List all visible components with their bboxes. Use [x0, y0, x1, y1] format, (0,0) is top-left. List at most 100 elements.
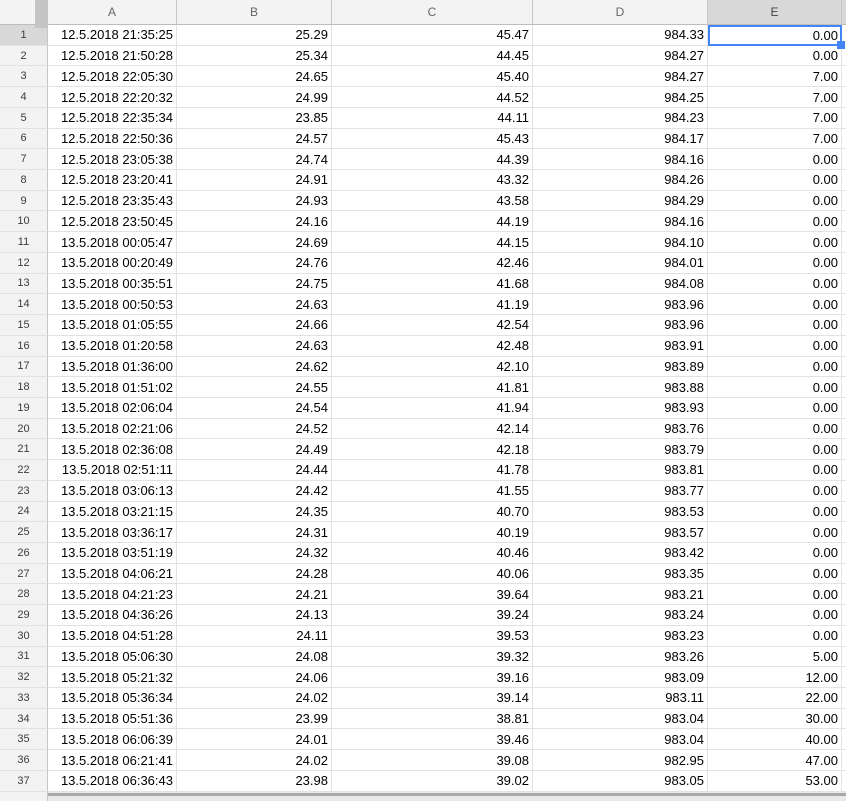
cell-B36[interactable]: 24.02 [177, 750, 332, 771]
cell-A30[interactable]: 13.5.2018 04:51:28 [48, 625, 177, 647]
row-header-23[interactable]: 23 [0, 480, 48, 502]
cell-D11[interactable]: 984.10 [533, 232, 708, 253]
cell-B5[interactable]: 23.85 [177, 107, 332, 129]
cell-A13[interactable]: 13.5.2018 00:35:51 [48, 273, 177, 295]
cell-C20[interactable]: 42.14 [332, 418, 533, 440]
column-header-e[interactable]: E [708, 0, 842, 25]
cell-D13[interactable]: 984.08 [533, 273, 708, 295]
cell-D29[interactable]: 983.24 [533, 605, 708, 626]
cell-D5[interactable]: 984.23 [533, 107, 708, 129]
cell-B35[interactable]: 24.01 [177, 729, 332, 751]
cell-D4[interactable]: 984.25 [533, 87, 708, 108]
row-header-36[interactable]: 36 [0, 750, 48, 771]
cell-E8[interactable]: 0.00 [708, 170, 842, 191]
cell-A21[interactable]: 13.5.2018 02:36:08 [48, 439, 177, 461]
cell-A5[interactable]: 12.5.2018 22:35:34 [48, 107, 177, 129]
cell-C36[interactable]: 39.08 [332, 750, 533, 771]
row-header-5[interactable]: 5 [0, 107, 48, 129]
row-header-20[interactable]: 20 [0, 418, 48, 440]
cell-E31[interactable]: 5.00 [708, 646, 842, 668]
cell-C18[interactable]: 41.81 [332, 377, 533, 398]
cell-C8[interactable]: 43.32 [332, 170, 533, 191]
cell-D31[interactable]: 983.26 [533, 646, 708, 668]
row-header-8[interactable]: 8 [0, 170, 48, 191]
cell-D23[interactable]: 983.77 [533, 480, 708, 502]
cell-E22[interactable]: 0.00 [708, 460, 842, 481]
cell-B20[interactable]: 24.52 [177, 418, 332, 440]
cell-C7[interactable]: 44.39 [332, 149, 533, 171]
row-header-9[interactable]: 9 [0, 190, 48, 212]
row-header-10[interactable]: 10 [0, 211, 48, 233]
row-header-6[interactable]: 6 [0, 128, 48, 150]
column-header-c[interactable]: C [332, 0, 533, 25]
cell-C1[interactable]: 45.47 [332, 25, 533, 46]
cell-E33[interactable]: 22.00 [708, 688, 842, 709]
cell-D35[interactable]: 983.04 [533, 729, 708, 751]
cell-E26[interactable]: 0.00 [708, 542, 842, 564]
cell-E24[interactable]: 0.00 [708, 501, 842, 523]
cell-D20[interactable]: 983.76 [533, 418, 708, 440]
row-header-24[interactable]: 24 [0, 501, 48, 523]
row-header-30[interactable]: 30 [0, 625, 48, 647]
cell-C33[interactable]: 39.14 [332, 688, 533, 709]
cell-C27[interactable]: 40.06 [332, 563, 533, 585]
cell-A26[interactable]: 13.5.2018 03:51:19 [48, 542, 177, 564]
cell-A22[interactable]: 13.5.2018 02:51:11 [48, 460, 177, 481]
cell-B23[interactable]: 24.42 [177, 480, 332, 502]
row-header-1[interactable]: 1 [0, 25, 48, 46]
cell-C14[interactable]: 41.19 [332, 294, 533, 316]
row-header-29[interactable]: 29 [0, 605, 48, 626]
row-header-22[interactable]: 22 [0, 460, 48, 481]
cell-C32[interactable]: 39.16 [332, 667, 533, 688]
row-header-17[interactable]: 17 [0, 356, 48, 378]
fill-handle[interactable] [837, 40, 845, 49]
cell-B9[interactable]: 24.93 [177, 190, 332, 212]
cell-B12[interactable]: 24.76 [177, 252, 332, 274]
cell-C29[interactable]: 39.24 [332, 605, 533, 626]
row-header-33[interactable]: 33 [0, 688, 48, 709]
cell-E21[interactable]: 0.00 [708, 439, 842, 461]
cell-D18[interactable]: 983.88 [533, 377, 708, 398]
cell-B19[interactable]: 24.54 [177, 397, 332, 419]
cell-D27[interactable]: 983.35 [533, 563, 708, 585]
cell-A19[interactable]: 13.5.2018 02:06:04 [48, 397, 177, 419]
cell-D17[interactable]: 983.89 [533, 356, 708, 378]
row-header-31[interactable]: 31 [0, 646, 48, 668]
cell-D9[interactable]: 984.29 [533, 190, 708, 212]
row-header-27[interactable]: 27 [0, 563, 48, 585]
cell-A37[interactable]: 13.5.2018 06:36:43 [48, 770, 177, 792]
cell-D3[interactable]: 984.27 [533, 66, 708, 88]
cell-B8[interactable]: 24.91 [177, 170, 332, 191]
column-header-d[interactable]: D [533, 0, 708, 25]
cell-D34[interactable]: 983.04 [533, 708, 708, 730]
cell-A14[interactable]: 13.5.2018 00:50:53 [48, 294, 177, 316]
cell-E13[interactable]: 0.00 [708, 273, 842, 295]
active-cell-E1[interactable]: 0.00 [708, 25, 845, 49]
cell-B2[interactable]: 25.34 [177, 45, 332, 67]
cell-C35[interactable]: 39.46 [332, 729, 533, 751]
cell-D36[interactable]: 982.95 [533, 750, 708, 771]
cell-B18[interactable]: 24.55 [177, 377, 332, 398]
cell-E36[interactable]: 47.00 [708, 750, 842, 771]
row-header-3[interactable]: 3 [0, 66, 48, 88]
cell-B17[interactable]: 24.62 [177, 356, 332, 378]
cell-C30[interactable]: 39.53 [332, 625, 533, 647]
cell-D8[interactable]: 984.26 [533, 170, 708, 191]
cell-A17[interactable]: 13.5.2018 01:36:00 [48, 356, 177, 378]
cell-C24[interactable]: 40.70 [332, 501, 533, 523]
cell-A23[interactable]: 13.5.2018 03:06:13 [48, 480, 177, 502]
cell-C19[interactable]: 41.94 [332, 397, 533, 419]
cell-E5[interactable]: 7.00 [708, 107, 842, 129]
cell-D16[interactable]: 983.91 [533, 335, 708, 357]
cell-B37[interactable]: 23.98 [177, 770, 332, 792]
column-header-a[interactable]: A [48, 0, 177, 25]
cell-B27[interactable]: 24.28 [177, 563, 332, 585]
cell-C28[interactable]: 39.64 [332, 584, 533, 606]
cell-D30[interactable]: 983.23 [533, 625, 708, 647]
cell-B13[interactable]: 24.75 [177, 273, 332, 295]
cell-E23[interactable]: 0.00 [708, 480, 842, 502]
cell-A33[interactable]: 13.5.2018 05:36:34 [48, 688, 177, 709]
cell-C9[interactable]: 43.58 [332, 190, 533, 212]
cell-A18[interactable]: 13.5.2018 01:51:02 [48, 377, 177, 398]
cell-B15[interactable]: 24.66 [177, 315, 332, 336]
